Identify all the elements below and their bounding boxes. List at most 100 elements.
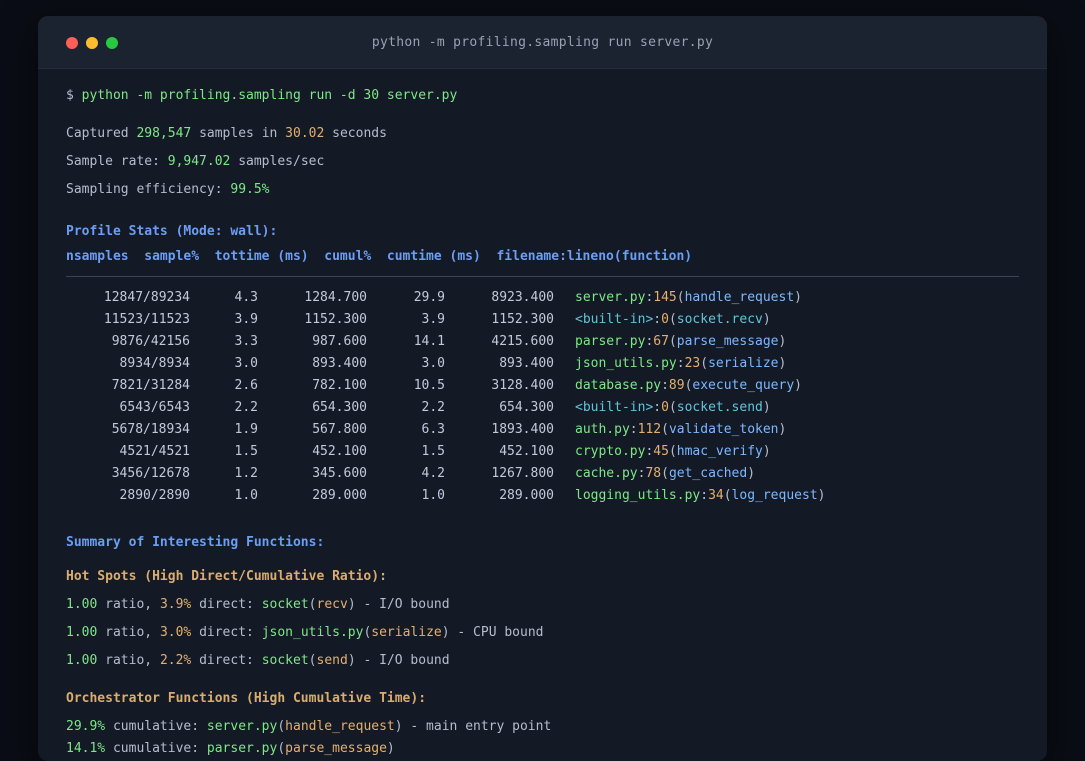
table-cell: 2.2 [234, 400, 258, 415]
text-segment: 9,947.02 [167, 154, 231, 169]
text-segment: ( [668, 312, 677, 327]
text-segment: - I/O bound [355, 653, 450, 668]
profile-stats-heading: Profile Stats (Mode: wall): [66, 224, 278, 239]
table-row: 9876/42156 3.3 987.600 14.1 4215.600 parser.p… [66, 331, 1019, 353]
table-cell: 14.1 [413, 334, 445, 349]
text-segment: parser.py [575, 334, 646, 349]
text-segment: : [661, 378, 669, 393]
table-cell: 3.0 [234, 356, 258, 371]
table-cell: 289.000 [499, 488, 554, 503]
text-segment: Sample rate: [66, 154, 168, 169]
text-segment: ) [817, 488, 826, 503]
text-segment: ( [277, 741, 286, 756]
text-segment: server.py [575, 290, 646, 305]
table-cell: 5678/18934 [111, 422, 190, 437]
text-segment: execute_query [692, 378, 795, 393]
text-segment: ( [661, 422, 669, 437]
text-segment: ( [676, 290, 685, 305]
table-cell: 2.2 [421, 400, 445, 415]
function-location: cache.py:78(get_cached) [575, 463, 755, 485]
text-segment: socket [261, 653, 309, 668]
text-segment: ) [762, 444, 771, 459]
text-segment: ( [700, 356, 709, 371]
text-segment: 298,547 [136, 126, 192, 141]
command-line: $ python -m profiling.sampling run -d 30… [66, 82, 1019, 110]
text-segment: 2.2% [159, 653, 192, 668]
table-cell: 1.5 [421, 444, 445, 459]
table-cell: 893.400 [312, 356, 367, 371]
text-segment: socket.recv [676, 312, 763, 327]
summary-heading: Summary of Interesting Functions: [66, 535, 325, 550]
text-segment: cumulative: [105, 719, 207, 734]
text-segment: 112 [637, 422, 662, 437]
text-segment: 1.00 [66, 625, 98, 640]
text-segment: ) [778, 422, 787, 437]
table-cell: 12847/89234 [103, 290, 190, 305]
text-segment: log_request [731, 488, 818, 503]
hot-spot-line: 1.00 ratio, 3.9% direct: socket(recv) - … [66, 591, 1019, 619]
table-cell: 1284.700 [304, 290, 367, 305]
hot-spot-line: 1.00 ratio, 2.2% direct: socket(send) - … [66, 647, 1019, 675]
text-segment: recv [316, 597, 348, 612]
text-segment: direct: [191, 653, 262, 668]
text-segment: - I/O bound [355, 597, 450, 612]
text-segment: json_utils.py [575, 356, 677, 371]
text-segment: ) [778, 356, 787, 371]
maximize-button[interactable] [106, 36, 118, 49]
text-segment: validate_token [668, 422, 779, 437]
text-segment: 45 [653, 444, 669, 459]
terminal-output[interactable]: $ python -m profiling.sampling run -d 30… [38, 69, 1047, 761]
text-segment: Sampling efficiency: [66, 182, 231, 197]
text-segment: ( [308, 597, 317, 612]
text-segment: ( [723, 488, 732, 503]
text-segment: 23 [684, 356, 701, 371]
text-segment: direct: [191, 597, 262, 612]
table-cell: 4.2 [421, 466, 445, 481]
text-segment: database.py [575, 378, 662, 393]
text-segment: - main entry point [402, 719, 552, 734]
text-segment: ( [661, 466, 669, 481]
table-cell: 567.800 [312, 422, 367, 437]
function-location: <built-in>:0(socket.send) [575, 397, 771, 419]
minimize-button[interactable] [86, 36, 98, 49]
table-cell: 1152.300 [304, 312, 367, 327]
text-segment: ( [668, 444, 677, 459]
table-cell: 4215.600 [491, 334, 554, 349]
table-cell: 2.6 [234, 378, 258, 393]
text-segment: 3.9% [159, 597, 192, 612]
window-controls [66, 16, 118, 69]
text-segment: cache.py [575, 466, 638, 481]
hot-spot-line: 1.00 ratio, 3.0% direct: json_utils.py(s… [66, 619, 1019, 647]
table-cell: 6543/6543 [119, 400, 190, 415]
text-segment: socket [261, 597, 309, 612]
table-divider [66, 276, 1019, 277]
sample-rate-line: Sample rate: 9,947.02 samples/sec [66, 148, 1019, 176]
text-segment: serialize [708, 356, 779, 371]
text-segment: send [316, 653, 348, 668]
text-segment: python -m profiling.sampling run -d 30 s… [81, 88, 458, 103]
table-cell: 3456/12678 [111, 466, 190, 481]
text-segment: 29.9% [66, 719, 106, 734]
text-segment: parse_message [676, 334, 779, 349]
text-segment: : [653, 312, 662, 327]
terminal-titlebar[interactable]: python -m profiling.sampling run server.… [38, 16, 1047, 69]
table-cell: 3128.400 [491, 378, 554, 393]
sampling-efficiency-line: Sampling efficiency: 99.5% [66, 176, 1019, 204]
text-segment: 99.5% [230, 182, 270, 197]
table-cell: 1.9 [234, 422, 258, 437]
table-cell: 654.300 [312, 400, 367, 415]
text-segment: samples/sec [230, 154, 325, 169]
close-button[interactable] [66, 36, 78, 49]
text-segment: json_utils.py [261, 625, 364, 640]
text-segment: 0 [661, 312, 669, 327]
text-segment: : [629, 422, 638, 437]
text-segment: ) [762, 400, 771, 415]
table-cell: 3.0 [421, 356, 445, 371]
text-segment: 67 [653, 334, 669, 349]
table-row: 5678/18934 1.9 567.800 6.3 1893.400 auth.py:1… [66, 419, 1019, 441]
text-segment: ) [347, 653, 356, 668]
text-segment: ratio, [97, 625, 160, 640]
text-segment: server.py [206, 719, 278, 734]
text-segment: 1.00 [66, 653, 98, 668]
table-row: 3456/12678 1.2 345.600 4.2 1267.800 cache.py:… [66, 463, 1019, 485]
